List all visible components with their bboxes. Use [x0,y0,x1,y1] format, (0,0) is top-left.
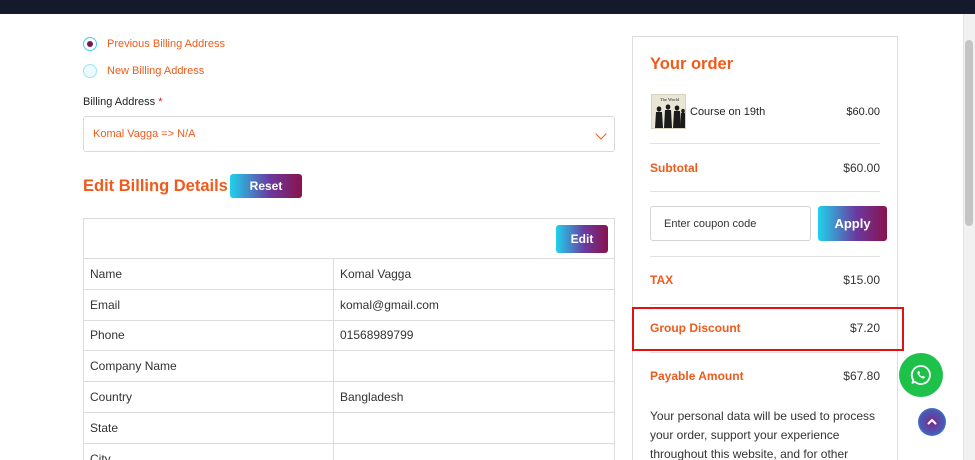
new-address-label: New Billing Address [107,65,205,77]
row-field: Company Name [84,351,334,382]
billing-address-label: Billing Address * [83,96,163,108]
course-price: $60.00 [846,106,880,118]
previous-address-label: Previous Billing Address [107,38,226,50]
edit-button[interactable]: Edit [556,225,608,253]
required-marker: * [158,96,163,108]
row-field: City [84,443,334,460]
table-row: Email komal@gmail.com [84,289,614,321]
billing-address-selected: Komal Vagga => N/A [93,128,196,140]
table-row: Name Komal Vagga [84,259,614,290]
thumbnail-caption: The World [660,97,680,102]
table-row: City [84,443,614,460]
apply-coupon-button[interactable]: Apply [818,206,887,241]
divider [650,256,880,257]
divider [650,352,880,353]
previous-address-option[interactable]: Previous Billing Address [83,37,225,51]
row-value [334,444,614,460]
table-row: Company Name [84,351,614,383]
whatsapp-icon [910,365,931,385]
subtotal-label: Subtotal [650,161,698,175]
chevron-down-icon [595,128,607,140]
subtotal-value: $60.00 [843,161,880,175]
whatsapp-button[interactable] [899,353,943,397]
table-row: State [84,412,614,444]
edit-billing-title: Edit Billing Details [83,177,228,195]
tax-value: $15.00 [843,273,880,287]
row-value [334,413,614,443]
billing-address-select[interactable]: Komal Vagga => N/A [83,116,615,152]
row-field: Phone [84,320,334,351]
page-scrollbar[interactable] [963,14,975,460]
payable-amount-value: $67.80 [843,369,880,383]
billing-details-table: Edit Name Komal Vagga Email komal@gmail.… [83,218,615,460]
row-field: Name [84,259,334,289]
previous-address-radio[interactable] [83,37,97,51]
row-field: Country [84,382,334,412]
order-title: Your order [650,55,734,73]
payable-amount-label: Payable Amount [650,369,744,383]
divider [650,191,880,192]
course-thumbnail: The World [651,94,686,129]
row-field: Email [84,289,334,320]
new-address-option[interactable]: New Billing Address [83,64,204,78]
row-value: 01568989799 [340,328,414,343]
table-row: Phone 01568989799 [84,320,614,352]
scroll-to-top-button[interactable] [918,408,946,436]
course-name: Course on 19th [690,106,766,118]
coupon-input[interactable] [650,206,811,241]
tax-label: TAX [650,273,674,287]
row-value [334,351,614,381]
row-field: State [84,412,334,443]
row-value: Komal Vagga [340,266,412,281]
billing-address-label-text: Billing Address [83,96,156,108]
group-discount-highlight [632,307,904,351]
top-bar [0,0,975,14]
privacy-notice: Your personal data will be used to proce… [650,409,876,460]
row-value: Bangladesh [340,390,404,405]
divider [650,143,880,144]
reset-button[interactable]: Reset [230,174,302,198]
scrollbar-thumb[interactable] [965,40,973,226]
chevron-up-icon [927,419,937,425]
divider [650,304,880,305]
row-value: komal@gmail.com [340,297,439,312]
new-address-radio[interactable] [83,64,97,78]
table-row: Country Bangladesh [84,382,614,413]
table-header: Edit [84,219,614,259]
